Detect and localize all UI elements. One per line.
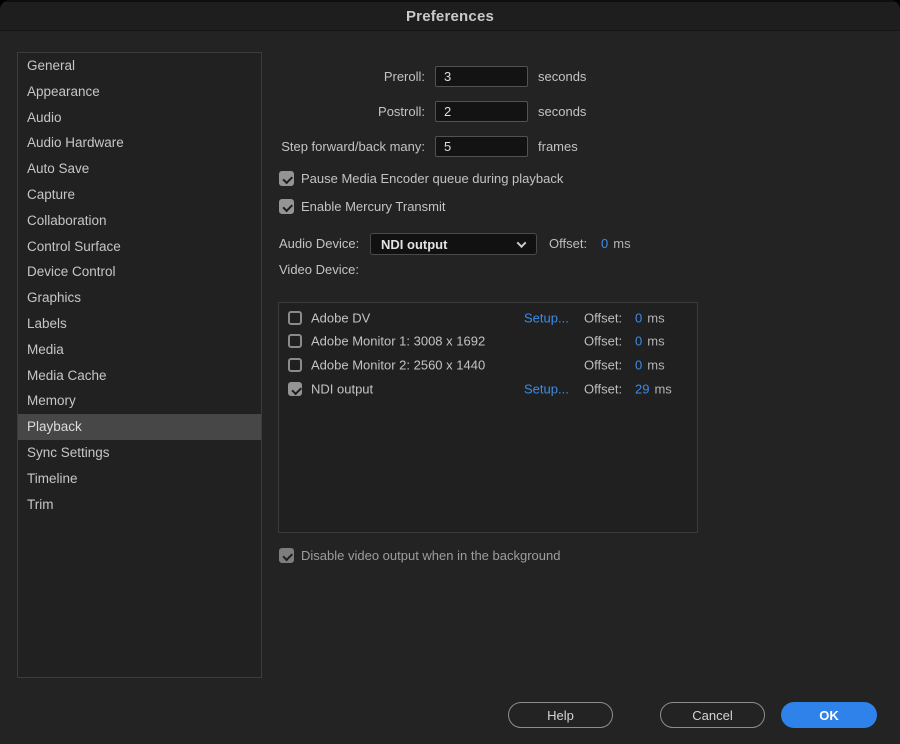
postroll-label: Postroll: <box>278 101 425 122</box>
sidebar-item-capture[interactable]: Capture <box>18 182 261 208</box>
device-offset-label: Offset: <box>584 381 622 396</box>
device-offset-unit: ms <box>647 334 664 349</box>
postroll-unit: seconds <box>538 101 586 122</box>
device-offset-value: 0 <box>635 334 642 349</box>
device-name: NDI output <box>311 381 373 396</box>
step-forward-back-input[interactable] <box>435 136 528 157</box>
sidebar-item-audio[interactable]: Audio <box>18 105 261 131</box>
sidebar-item-playback[interactable]: Playback <box>18 414 261 440</box>
disable-video-output-label: Disable video output when in the backgro… <box>301 548 560 563</box>
device-offset-label: Offset: <box>584 310 622 325</box>
sidebar-item-trim[interactable]: Trim <box>18 492 261 518</box>
device-name: Adobe Monitor 1: 3008 x 1692 <box>311 334 485 349</box>
preroll-unit: seconds <box>538 66 586 87</box>
audio-offset-label: Offset: <box>549 233 587 255</box>
sidebar-item-collaboration[interactable]: Collaboration <box>18 208 261 234</box>
sidebar-item-appearance[interactable]: Appearance <box>18 79 261 105</box>
sidebar-item-media-cache[interactable]: Media Cache <box>18 363 261 389</box>
device-name: Adobe DV <box>311 310 370 325</box>
device-offset-unit: ms <box>647 310 664 325</box>
mercury-transmit-checkbox[interactable] <box>279 199 294 214</box>
mercury-transmit-label: Enable Mercury Transmit <box>301 199 446 214</box>
audio-offset-value-group: 0 ms <box>601 233 631 255</box>
audio-offset-unit: ms <box>613 236 630 251</box>
device-setup-link[interactable]: Setup... <box>524 381 569 396</box>
title-bar: Preferences <box>0 0 900 31</box>
step-forward-back-unit: frames <box>538 136 578 157</box>
sidebar-item-auto-save[interactable]: Auto Save <box>18 156 261 182</box>
sidebar-item-control-surface[interactable]: Control Surface <box>18 234 261 260</box>
device-name: Adobe Monitor 2: 2560 x 1440 <box>311 357 485 372</box>
pause-encoder-row: Pause Media Encoder queue during playbac… <box>279 169 563 187</box>
sidebar-item-timeline[interactable]: Timeline <box>18 466 261 492</box>
sidebar-item-general[interactable]: General <box>18 53 261 79</box>
sidebar-item-device-control[interactable]: Device Control <box>18 259 261 285</box>
preroll-label: Preroll: <box>278 66 425 87</box>
help-button[interactable]: Help <box>508 702 613 728</box>
sidebar-item-labels[interactable]: Labels <box>18 311 261 337</box>
device-offset-value-group: 0 ms <box>635 334 665 349</box>
device-checkbox[interactable] <box>288 382 302 396</box>
device-setup-link[interactable]: Setup... <box>524 310 569 325</box>
sidebar-item-media[interactable]: Media <box>18 337 261 363</box>
device-row: Adobe Monitor 2: 2560 x 1440 Offset: 0 ms <box>279 353 697 377</box>
device-offset-value: 0 <box>635 357 642 372</box>
device-checkbox[interactable] <box>288 358 302 372</box>
step-forward-back-label: Step forward/back many: <box>278 136 425 157</box>
cancel-button[interactable]: Cancel <box>660 702 765 728</box>
sidebar-item-audio-hardware[interactable]: Audio Hardware <box>18 130 261 156</box>
sidebar-item-memory[interactable]: Memory <box>18 388 261 414</box>
device-offset-unit: ms <box>654 381 671 396</box>
audio-device-value: NDI output <box>381 237 447 252</box>
audio-device-label: Audio Device: <box>279 233 359 255</box>
preferences-dialog: Preferences GeneralAppearanceAudioAudio … <box>0 0 900 744</box>
dialog-title: Preferences <box>406 8 494 25</box>
device-checkbox[interactable] <box>288 334 302 348</box>
preroll-input[interactable] <box>435 66 528 87</box>
disable-video-output-checkbox[interactable] <box>279 548 294 563</box>
audio-offset-value: 0 <box>601 236 608 251</box>
device-offset-unit: ms <box>647 357 664 372</box>
device-offset-value-group: 0 ms <box>635 357 665 372</box>
device-offset-value: 0 <box>635 310 642 325</box>
audio-device-select[interactable]: NDI output <box>370 233 537 255</box>
device-offset-label: Offset: <box>584 357 622 372</box>
video-device-label: Video Device: <box>279 262 359 277</box>
device-row: Adobe DV Setup... Offset: 0 ms <box>279 306 697 330</box>
postroll-input[interactable] <box>435 101 528 122</box>
device-offset-label: Offset: <box>584 334 622 349</box>
sidebar-item-graphics[interactable]: Graphics <box>18 285 261 311</box>
device-checkbox[interactable] <box>288 311 302 325</box>
device-row: NDI output Setup... Offset: 29 ms <box>279 377 697 401</box>
preferences-sidebar: GeneralAppearanceAudioAudio HardwareAuto… <box>17 52 262 678</box>
device-offset-value-group: 0 ms <box>635 310 665 325</box>
mercury-transmit-row: Enable Mercury Transmit <box>279 197 446 215</box>
ok-button[interactable]: OK <box>781 702 877 728</box>
pause-encoder-checkbox[interactable] <box>279 171 294 186</box>
device-row: Adobe Monitor 1: 3008 x 1692 Offset: 0 ms <box>279 330 697 354</box>
sidebar-item-sync-settings[interactable]: Sync Settings <box>18 440 261 466</box>
device-offset-value-group: 29 ms <box>635 381 672 396</box>
device-offset-value: 29 <box>635 381 649 396</box>
chevron-down-icon <box>517 238 527 248</box>
pause-encoder-label: Pause Media Encoder queue during playbac… <box>301 171 563 186</box>
video-device-list: Adobe DVSetup...Offset:0msAdobe Monitor … <box>278 302 698 533</box>
disable-video-output-row: Disable video output when in the backgro… <box>279 546 560 564</box>
